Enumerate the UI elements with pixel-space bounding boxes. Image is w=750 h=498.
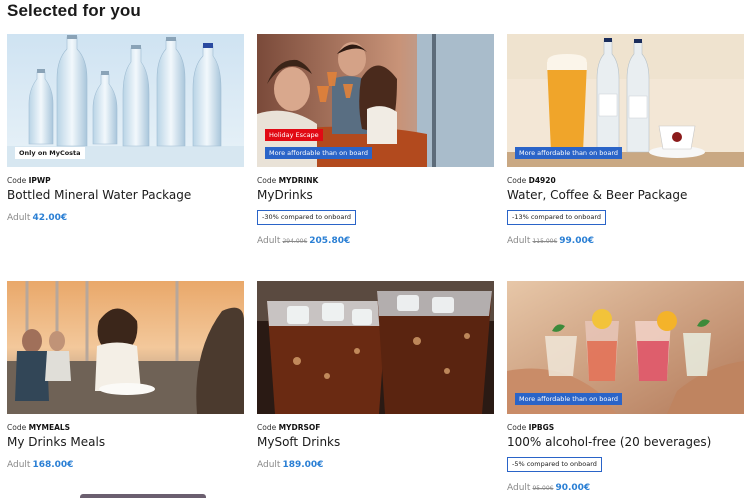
product-image[interactable]: More affordable than on board (507, 34, 744, 167)
price: 90.00€ (555, 483, 591, 493)
price: 99.00€ (559, 236, 594, 246)
product-image[interactable] (7, 281, 244, 414)
product-name[interactable]: MySoft Drinks (257, 435, 340, 449)
product-image[interactable]: Holiday Escape More affordable than on b… (257, 34, 494, 167)
price-line: Adult 294.00€ 205.80€ (257, 236, 351, 246)
product-code: Code IPBGS (507, 423, 555, 432)
discount-badge: -30% compared to onboard (257, 210, 357, 225)
product-name[interactable]: My Drinks Meals (7, 435, 105, 449)
price: 42.00€ (32, 213, 68, 223)
product-code: Code MYDRINK (257, 176, 319, 185)
product-image[interactable] (257, 281, 494, 414)
discount-badge: -13% compared to onboard (507, 210, 607, 225)
product-card-water-coffee-beer[interactable]: More affordable than on board Code D4920… (507, 34, 744, 246)
product-card-drinks-meals[interactable]: Code MYMEALS My Drinks Meals Adult 168.00… (7, 281, 244, 470)
dining-terrace-image (7, 281, 244, 414)
price-line: Adult 168.00€ (7, 460, 74, 470)
price: 189.00€ (282, 460, 324, 470)
section-title: Selected for you (7, 1, 141, 20)
product-card-water[interactable]: Only on MyCosta Code IPWP Bottled Minera… (7, 34, 244, 223)
old-price: 294.00€ (282, 238, 308, 245)
cola-glasses-image (257, 281, 494, 414)
product-card-mydrinks[interactable]: Holiday Escape More affordable than on b… (257, 34, 494, 246)
affordable-badge: More affordable than on board (515, 147, 623, 159)
product-code: Code MYDRSOF (257, 423, 321, 432)
old-price: 115.00€ (532, 238, 558, 245)
affordable-badge: More affordable than on board (515, 393, 623, 405)
price: 168.00€ (32, 460, 74, 470)
price-line: Adult 189.00€ (257, 460, 324, 470)
bottom-scroll-bar[interactable] (80, 494, 206, 498)
product-card-alcohol-free[interactable]: More affordable than on board Code IPBGS… (507, 281, 744, 493)
price-line: Adult 115.00€ 99.00€ (507, 236, 594, 246)
product-code: Code IPWP (7, 176, 51, 185)
product-name[interactable]: Bottled Mineral Water Package (7, 188, 191, 202)
product-image[interactable]: Only on MyCosta (7, 34, 244, 167)
discount-badge: -5% compared to onboard (507, 457, 602, 472)
product-name[interactable]: Water, Coffee & Beer Package (507, 188, 687, 202)
old-price: 95.00€ (532, 485, 554, 492)
product-code: Code D4920 (507, 176, 556, 185)
price: 205.80€ (309, 236, 351, 246)
product-name[interactable]: MyDrinks (257, 188, 313, 202)
product-image[interactable]: More affordable than on board (507, 281, 744, 414)
product-card-soft-drinks[interactable]: Code MYDRSOF MySoft Drinks Adult 189.00€ (257, 281, 494, 470)
price-line: Adult 42.00€ (7, 213, 68, 223)
price-line: Adult 95.00€ 90.00€ (507, 483, 591, 493)
product-name[interactable]: 100% alcohol-free (20 beverages) (507, 435, 711, 449)
affordable-badge: More affordable than on board (265, 147, 373, 159)
exclusive-badge: Only on MyCosta (15, 147, 85, 159)
promo-badge: Holiday Escape (265, 129, 323, 141)
product-code: Code MYMEALS (7, 423, 71, 432)
